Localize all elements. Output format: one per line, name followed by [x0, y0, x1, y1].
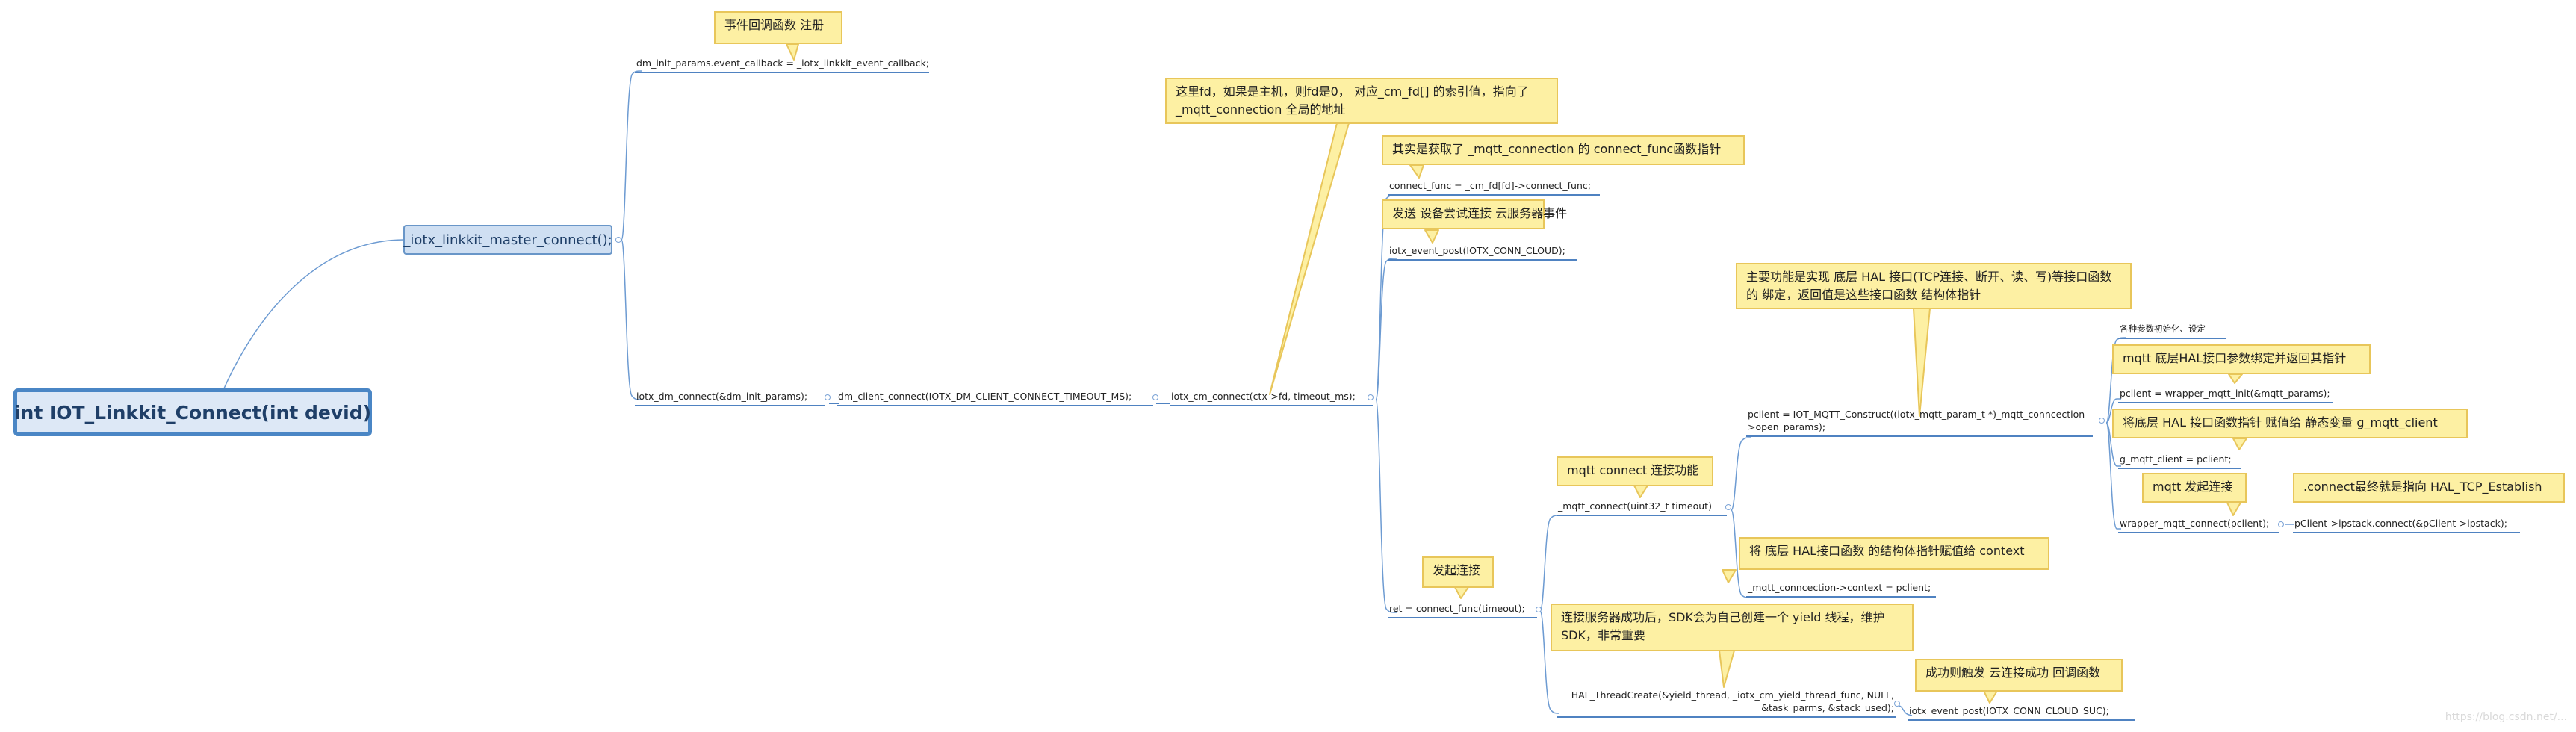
watermark: https://blog.csdn.net/... [2445, 711, 2567, 723]
edge-cm-eventpost [1375, 258, 1397, 400]
topic-mqtt-connect[interactable]: _mqtt_connect(uint32_t timeout) [1557, 500, 1727, 516]
topic-wrapper-connect[interactable]: wrapper_mqtt_connect(pclient); [2118, 517, 2279, 533]
topic-event-callback[interactable]: dm_init_params.event_callback = _iotx_li… [635, 57, 929, 73]
edge-pclient-wrapconnect [2105, 422, 2121, 530]
topic-dm-client-connect[interactable]: dm_client_connect(IOTX_DM_CLIENT_CONNECT… [837, 390, 1153, 406]
callout-tail-post [1424, 229, 1439, 244]
root-node[interactable]: int IOT_Linkkit_Connect(int devid) [13, 388, 372, 436]
note-establish: .connect最终就是指向 HAL_TCP_Establish [2293, 473, 2565, 503]
note-mqtt-connect: mqtt connect 连接功能 [1557, 456, 1713, 486]
topic-context[interactable]: _mqtt_conncection->context = pclient; [1746, 581, 1936, 598]
topic-ret[interactable]: ret = connect_func(timeout); [1388, 602, 1537, 618]
topic-pclient[interactable]: pclient = IOT_MQTT_Construct((iotx_mqtt_… [1746, 408, 2093, 437]
callout-tail-connectfunc [1409, 164, 1424, 179]
note-initiate: mqtt 发起连接 [2142, 473, 2247, 503]
callout-tail-yield [1719, 650, 1735, 688]
topic-g-mqtt-client[interactable]: g_mqtt_client = pclient; [2118, 453, 2241, 469]
callout-tail-success [1983, 690, 1998, 704]
callout-tail-initiate [2226, 502, 2241, 516]
topic-event-post[interactable]: iotx_event_post(IOTX_CONN_CLOUD); [1388, 244, 1577, 261]
callout-tail-mqttconnect [1633, 485, 1648, 498]
note-fd: 这里fd，如果是主机，则fd是0， 对应_cm_fd[] 的索引值，指向了 _m… [1165, 78, 1558, 124]
callout-tail-start [1454, 586, 1469, 599]
topic-cm-connect[interactable]: iotx_cm_connect(ctx->fd, timeout_ms); [1170, 390, 1373, 406]
topic-ipstack[interactable]: pClient->ipstack.connect(&pClient->ipsta… [2293, 517, 2520, 533]
main-node[interactable]: _iotx_linkkit_master_connect(); [403, 225, 612, 255]
topic-dm-connect[interactable]: iotx_dm_connect(&dm_init_params); [635, 390, 825, 406]
note-connect-func: 其实是获取了 _mqtt_connection 的 connect_func函数… [1382, 135, 1745, 165]
collapse-toggle-main[interactable] [615, 237, 621, 243]
edge-cm-ret [1375, 399, 1397, 613]
note-start: 发起连接 [1422, 556, 1494, 588]
collapse-toggle-cm-connect[interactable] [1368, 394, 1374, 400]
collapse-toggle-wrapper-connect[interactable] [2278, 521, 2284, 527]
collapse-toggle-dm-connect[interactable] [825, 394, 831, 400]
edge-root-main [223, 239, 404, 389]
topic-wrapper-init[interactable]: pclient = wrapper_mqtt_init(&mqtt_params… [2118, 387, 2333, 403]
collapse-toggle-dm-client[interactable] [1152, 394, 1158, 400]
collapse-toggle-ret[interactable] [1536, 607, 1542, 612]
topic-event-post-suc[interactable]: iotx_event_post(IOTX_CONN_CLOUD_SUC); [1908, 704, 2135, 721]
mind-map-canvas: int IOT_Linkkit_Connect(int devid) _iotx… [0, 0, 2576, 732]
topic-init-params[interactable]: 各种参数初始化、设定 [2118, 323, 2226, 339]
note-bind: mqtt 底层HAL接口参数绑定并返回其指针 [2112, 344, 2371, 374]
edge-mqtt-pclient [1731, 437, 1751, 511]
note-hal: 主要功能是实现 底层 HAL 接口(TCP连接、断开、读、写)等接口函数的 绑定… [1736, 263, 2132, 309]
callout-tail-bind [2228, 373, 2243, 384]
topic-connect-func[interactable]: connect_func = _cm_fd[fd]->connect_func; [1388, 179, 1600, 196]
callout-tail-hal [1913, 308, 1931, 417]
collapse-toggle-thread[interactable] [1894, 701, 1900, 707]
note-register: 事件回调函数 注册 [714, 11, 842, 44]
callout-tail-fd [1269, 122, 1350, 395]
callout-tail-assign [2232, 438, 2247, 450]
collapse-toggle-pclient[interactable] [2099, 418, 2105, 424]
topic-thread-create[interactable]: HAL_ThreadCreate(&yield_thread, _iotx_cm… [1557, 689, 1896, 718]
edge-ret-mqttconnect [1539, 515, 1560, 612]
edge-main-callback [621, 70, 643, 241]
note-event-post: 发送 设备尝试连接 云服务器事件 [1382, 199, 1567, 229]
note-yield: 连接服务器成功后，SDK会为自己创建一个 yield 线程，维护 SDK，非常重… [1551, 604, 1914, 651]
edge-main-dmconnect [621, 239, 643, 400]
note-context: 将 底层 HAL接口函数 的结构体指针赋值给 context [1739, 537, 2049, 570]
callout-tail-context [1722, 569, 1737, 583]
note-assign: 将底层 HAL 接口函数指针 赋值给 静态变量 g_mqtt_client [2112, 409, 2468, 438]
collapse-toggle-mqtt-connect[interactable] [1725, 504, 1731, 510]
note-success: 成功则触发 云连接成功 回调函数 [1915, 659, 2123, 692]
